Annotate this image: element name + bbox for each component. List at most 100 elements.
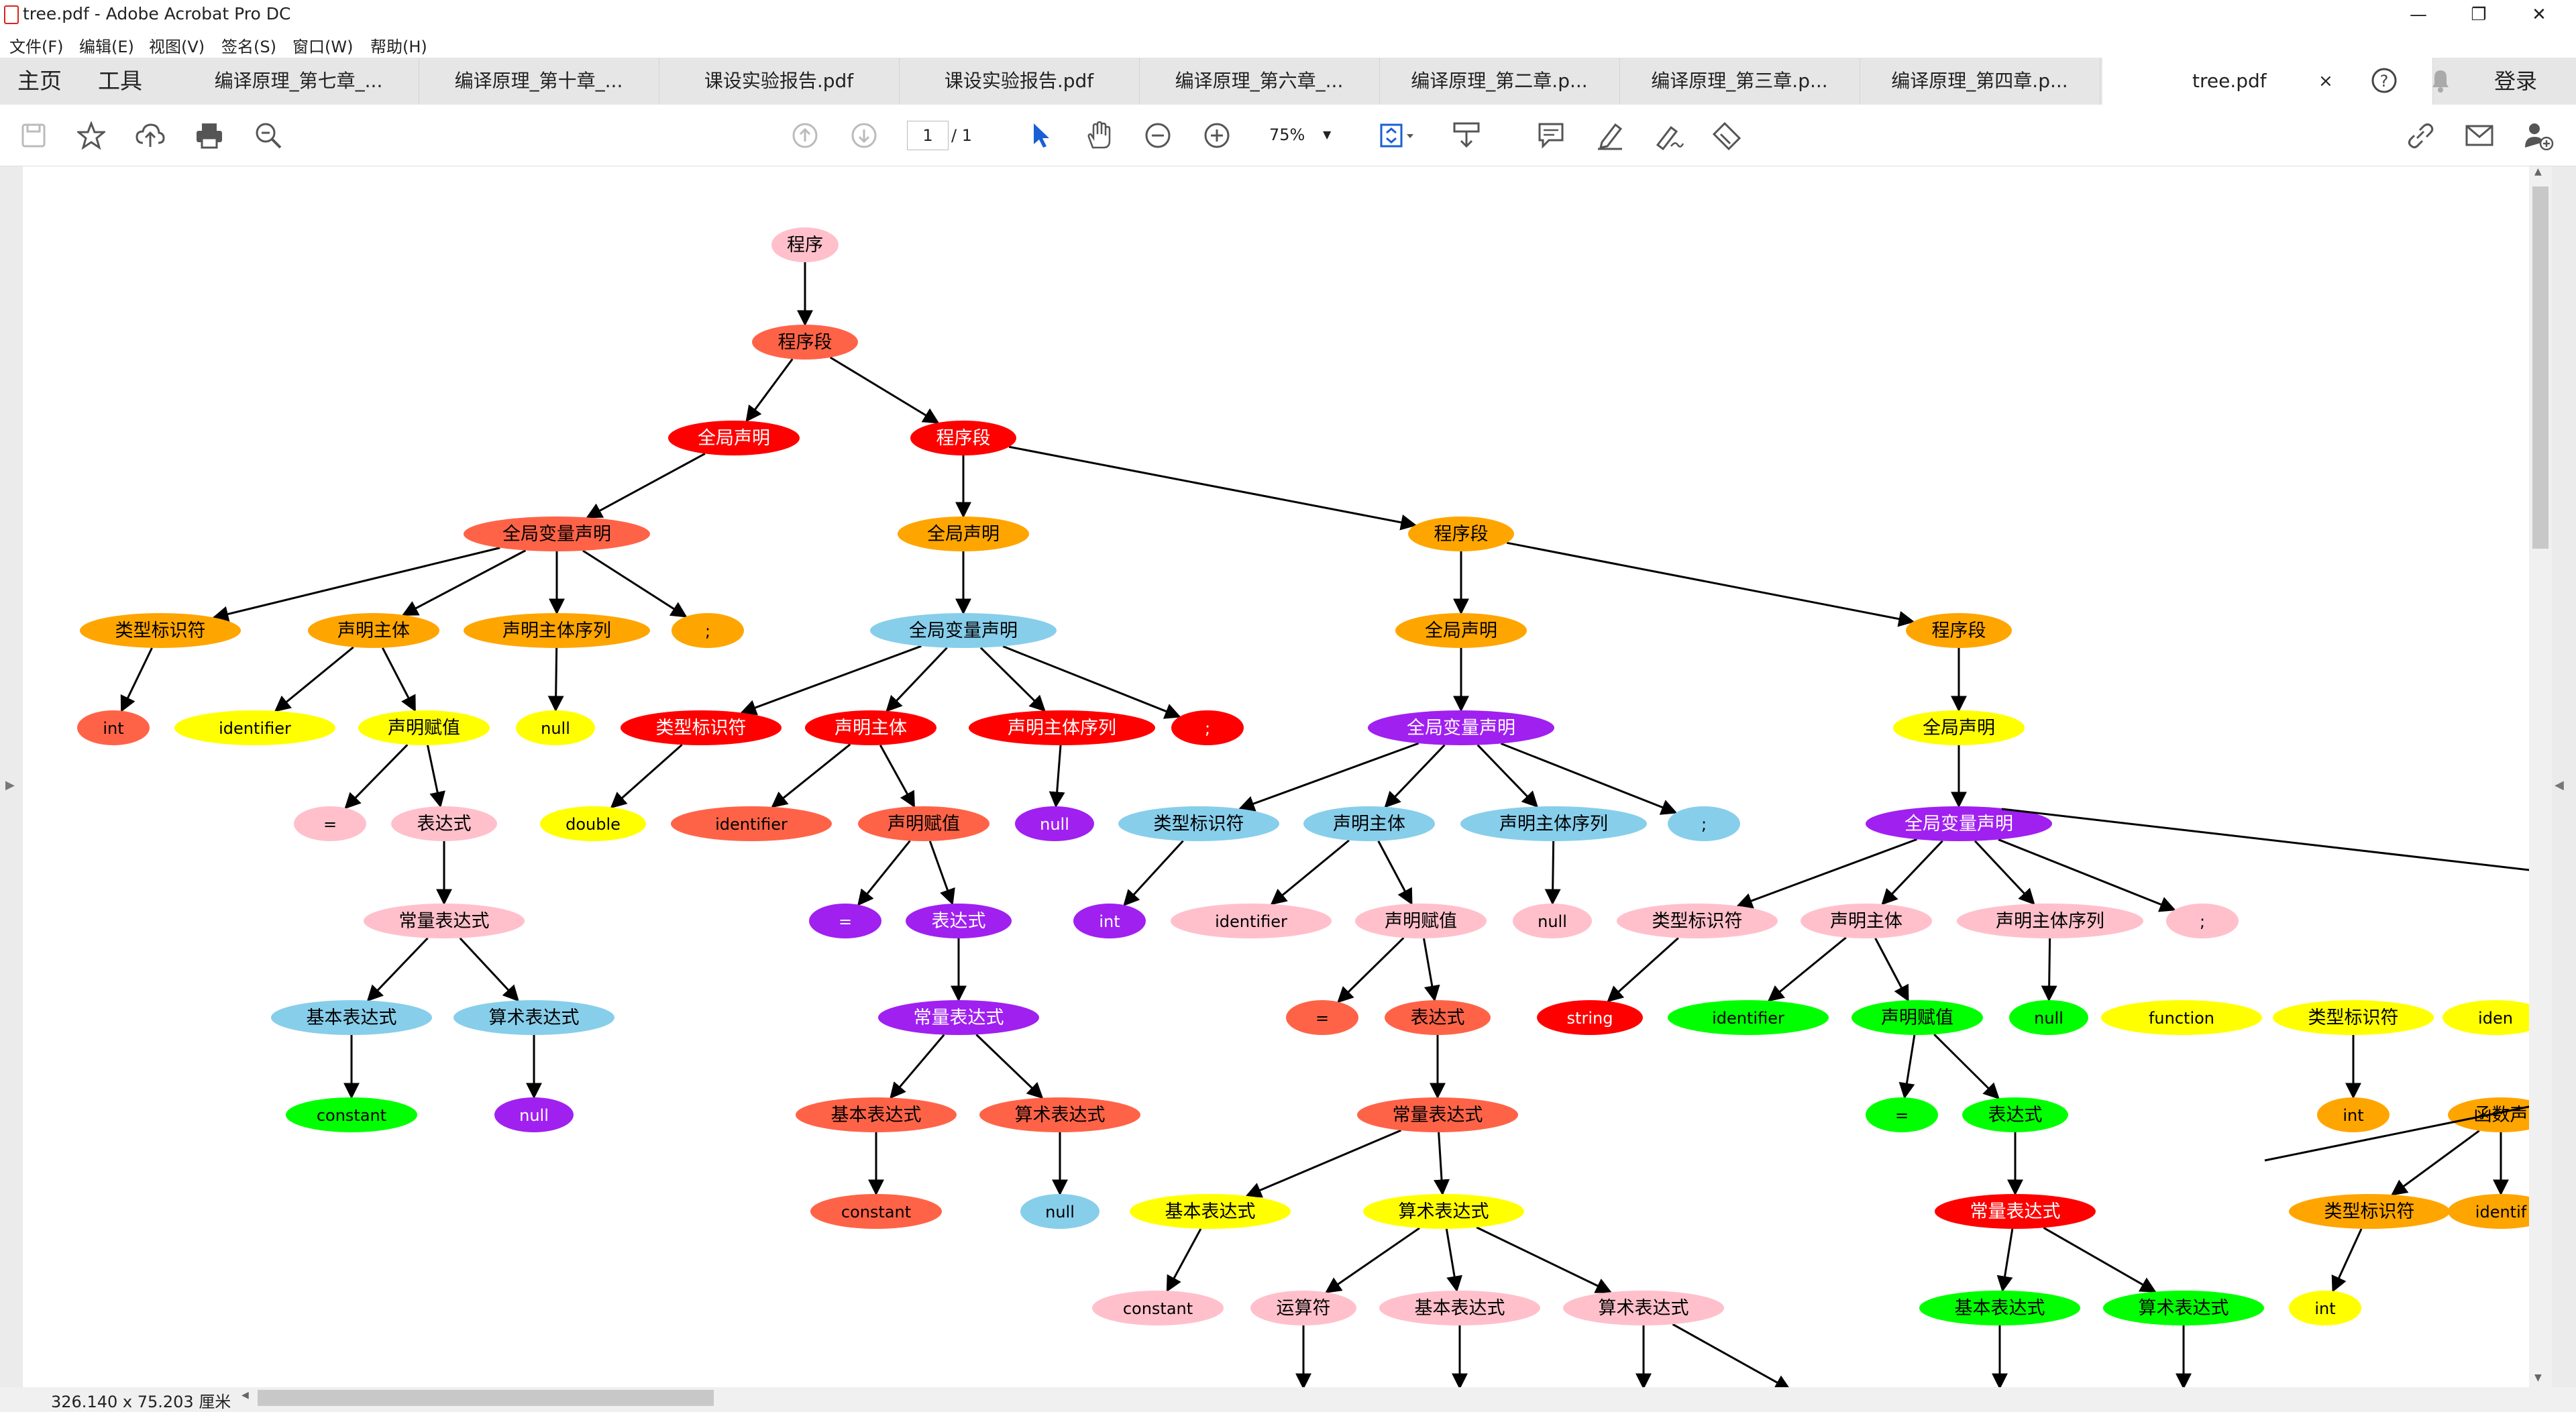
tree-edge: [381, 647, 417, 712]
horizontal-scrollbar[interactable]: ◀: [241, 1387, 2529, 1409]
menu-sign[interactable]: 签名(S): [221, 34, 276, 57]
previous-page-icon[interactable]: [789, 119, 821, 152]
right-pane-toggle-icon[interactable]: ◀: [2555, 778, 2564, 792]
login-button[interactable]: 登录: [2494, 58, 2537, 105]
zoom-in-icon[interactable]: [1201, 119, 1233, 152]
scroll-up-icon[interactable]: ▲: [2534, 166, 2542, 177]
cloud-upload-icon[interactable]: [134, 119, 166, 152]
highlight-pen-icon[interactable]: [1594, 119, 1626, 152]
tree-node: null: [516, 710, 595, 745]
zoom-out-icon[interactable]: [1142, 119, 1174, 152]
tab-close-button[interactable]: ×: [2318, 71, 2333, 91]
tab-document[interactable]: 编译原理_第四章.p...: [1860, 58, 2100, 105]
horizontal-scroll-thumb[interactable]: [258, 1390, 714, 1406]
tree-node-label: null: [1045, 1203, 1075, 1221]
tree-node: 声明主体: [308, 613, 439, 648]
tree-node-label: 类型标识符: [2308, 1008, 2399, 1028]
comment-icon[interactable]: [1535, 119, 1567, 152]
tree-node-label: ;: [1205, 719, 1210, 738]
tree-node-label: identifier: [219, 719, 291, 738]
tree-node: 声明主体: [1303, 806, 1435, 841]
tree-node-label: 基本表达式: [831, 1105, 922, 1126]
tab-document[interactable]: 编译原理_第十章_...: [419, 58, 659, 105]
help-icon[interactable]: ?: [2368, 64, 2400, 97]
fit-page-icon[interactable]: [1375, 119, 1419, 152]
tree-node: 程序段: [1408, 517, 1514, 551]
tree-node-label: 常量表达式: [399, 911, 490, 932]
tree-edge: [1767, 936, 1847, 1002]
tree-node-label: ;: [2200, 912, 2205, 931]
minimize-button[interactable]: —: [2388, 0, 2449, 30]
sign-icon[interactable]: [1653, 119, 1685, 152]
redact-icon[interactable]: [1711, 119, 1743, 152]
menu-edit[interactable]: 编辑(E): [79, 34, 134, 57]
menu-bar: 文件(F) 编辑(E) 视图(V) 签名(S) 窗口(W) 帮助(H): [0, 30, 2576, 58]
select-cursor-icon[interactable]: [1025, 119, 1057, 152]
tree-node: ;: [2166, 904, 2239, 938]
tree-node-label: 全局变量声明: [1407, 718, 1515, 739]
search-zoom-icon[interactable]: [252, 119, 284, 152]
scroll-down-icon[interactable]: ▼: [2534, 1372, 2542, 1383]
tree-node: identifier: [174, 710, 335, 745]
menu-help[interactable]: 帮助(H): [370, 34, 427, 57]
tree-node-label: 全局变量声明: [909, 620, 1018, 641]
tree-node-label: null: [1040, 815, 1069, 834]
tree-edge: [1544, 840, 1561, 906]
tab-document[interactable]: 编译原理_第六章_...: [1139, 58, 1380, 105]
tree-edge: [120, 647, 153, 712]
hand-tool-icon[interactable]: [1083, 119, 1115, 152]
menu-file[interactable]: 文件(F): [9, 34, 64, 57]
vertical-scrollbar[interactable]: ▲ ▼: [2529, 166, 2552, 1387]
bell-icon[interactable]: [2424, 64, 2457, 97]
tree-node: identifier: [1668, 1000, 1829, 1035]
tree-node: function: [2101, 1000, 2262, 1035]
tree-node-label: 全局声明: [1923, 718, 1995, 739]
tree-node: 声明主体: [805, 710, 936, 745]
tab-document[interactable]: 编译原理_第三章.p...: [1619, 58, 1860, 105]
tab-document[interactable]: 课设实验报告.pdf: [899, 58, 1140, 105]
tree-node-label: int: [2343, 1106, 2363, 1125]
tree-node: int: [2289, 1291, 2361, 1325]
vertical-scroll-thumb[interactable]: [2532, 186, 2548, 549]
next-page-icon[interactable]: [848, 119, 880, 152]
tree-node: 基本表达式: [1379, 1291, 1540, 1325]
star-icon[interactable]: [75, 119, 107, 152]
tree-node: ;: [1668, 806, 1740, 841]
email-icon[interactable]: [2463, 119, 2496, 152]
tree-edge: [1123, 840, 1184, 906]
tree-edge: [1245, 1129, 1402, 1198]
tab-label: tree.pdf: [2192, 70, 2267, 92]
menu-view[interactable]: 视图(V): [149, 34, 205, 57]
page-number-input[interactable]: 1: [907, 121, 949, 150]
share-link-icon[interactable]: [2404, 119, 2436, 152]
tree-node-label: 程序段: [1434, 524, 1489, 545]
tab-home[interactable]: 主页: [17, 58, 62, 105]
print-icon[interactable]: [193, 119, 225, 152]
menu-window[interactable]: 窗口(W): [292, 34, 353, 57]
zoom-select[interactable]: 75% ▼: [1252, 121, 1346, 149]
tree-node: null: [1513, 904, 1592, 938]
tree-node-label: double: [566, 815, 621, 834]
tab-tools[interactable]: 工具: [98, 58, 142, 105]
scroll-mode-icon[interactable]: [1450, 119, 1483, 152]
tree-edge: [459, 937, 519, 1002]
tree-edge: [1898, 1034, 1916, 1099]
tree-edge: [1270, 839, 1350, 906]
tree-node: string: [1537, 1000, 1643, 1035]
tab-document[interactable]: 编译原理_第七章_...: [178, 58, 419, 105]
add-user-icon[interactable]: [2522, 119, 2555, 152]
tab-document[interactable]: 编译原理_第二章.p...: [1379, 58, 1620, 105]
close-window-button[interactable]: ✕: [2509, 0, 2569, 30]
tree-edge: [610, 744, 683, 809]
tab-document[interactable]: 课设实验报告.pdf: [659, 58, 900, 105]
scroll-left-icon[interactable]: ◀: [241, 1390, 249, 1401]
tree-node: identif: [2448, 1194, 2535, 1229]
left-pane-toggle-icon[interactable]: ▶: [5, 778, 15, 792]
save-icon[interactable]: [17, 119, 50, 152]
restore-button[interactable]: ❐: [2449, 0, 2509, 30]
tree-node-label: null: [2034, 1009, 2063, 1028]
tree-node: 全局声明: [898, 517, 1029, 551]
tree-node: =: [1866, 1097, 1938, 1132]
tree-node-label: 声明主体序列: [502, 620, 611, 641]
tree-node: double: [540, 806, 646, 841]
